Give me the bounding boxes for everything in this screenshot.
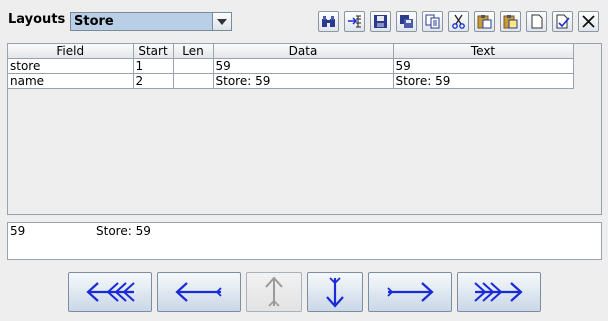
table-header-row: Field Start Len Data Text	[8, 44, 574, 59]
cell-data[interactable]: Store: 59	[213, 73, 394, 89]
paste-button[interactable]	[474, 11, 495, 32]
record-table-panel: Field Start Len Data Text store 1 59 59 …	[7, 43, 602, 215]
cell-len[interactable]	[173, 73, 214, 89]
down-icon	[326, 277, 344, 308]
insert-icon	[348, 15, 361, 28]
first-record-button[interactable]	[68, 272, 152, 312]
new-button[interactable]	[526, 11, 547, 32]
insert-button[interactable]	[344, 11, 365, 32]
cell-data[interactable]: 59	[213, 58, 394, 74]
cell-start[interactable]: 1	[133, 58, 174, 74]
column-header-data[interactable]: Data	[213, 44, 394, 59]
first-icon	[86, 282, 135, 302]
cut-button[interactable]	[448, 11, 469, 32]
previous-record-button[interactable]	[157, 272, 241, 312]
cell-field[interactable]: name	[8, 73, 134, 89]
cell-text[interactable]: Store: 59	[393, 73, 574, 89]
save-as-button[interactable]	[396, 11, 417, 32]
layouts-label: Layouts	[8, 12, 66, 27]
record-text-area[interactable]: 59 Store: 59	[7, 222, 602, 260]
text-area-value-2: Store: 59	[96, 224, 151, 238]
cell-len[interactable]	[173, 58, 214, 74]
record-table: Field Start Len Data Text store 1 59 59 …	[8, 44, 574, 89]
column-header-field[interactable]: Field	[8, 44, 134, 59]
close-icon	[582, 15, 595, 28]
next-record-button[interactable]	[368, 272, 452, 312]
paste-special-button[interactable]	[500, 11, 521, 32]
check-button[interactable]	[552, 11, 573, 32]
layout-select[interactable]: Store	[70, 12, 232, 31]
up-record-button[interactable]	[246, 272, 302, 312]
table-row[interactable]: store 1 59 59	[8, 58, 574, 74]
previous-icon	[175, 282, 222, 302]
cell-text[interactable]: 59	[393, 58, 574, 74]
down-record-button[interactable]	[307, 272, 363, 312]
cell-start[interactable]: 2	[133, 73, 174, 89]
cut-icon	[452, 14, 465, 29]
column-header-len[interactable]: Len	[173, 44, 214, 59]
new-icon	[531, 14, 543, 29]
check-icon	[556, 14, 570, 29]
binoculars-icon	[322, 16, 335, 27]
save-button[interactable]	[370, 11, 391, 32]
column-header-start[interactable]: Start	[133, 44, 174, 59]
last-record-button[interactable]	[457, 272, 541, 312]
paste-icon	[477, 15, 492, 29]
chevron-down-icon[interactable]	[212, 13, 231, 30]
paste-special-icon	[503, 15, 518, 29]
column-header-text[interactable]: Text	[393, 44, 574, 59]
table-row[interactable]: name 2 Store: 59 Store: 59	[8, 73, 574, 89]
text-area-value-1: 59	[10, 224, 26, 238]
next-icon	[387, 282, 434, 302]
copy-button[interactable]	[422, 11, 443, 32]
copy-icon	[425, 14, 440, 29]
find-button[interactable]	[318, 11, 339, 32]
close-button[interactable]	[578, 11, 599, 32]
save-as-icon	[400, 15, 413, 28]
last-icon	[474, 282, 523, 302]
save-icon	[374, 15, 387, 28]
cell-field[interactable]: store	[8, 58, 134, 74]
up-icon	[265, 276, 283, 307]
layout-select-value: Store	[74, 14, 114, 29]
